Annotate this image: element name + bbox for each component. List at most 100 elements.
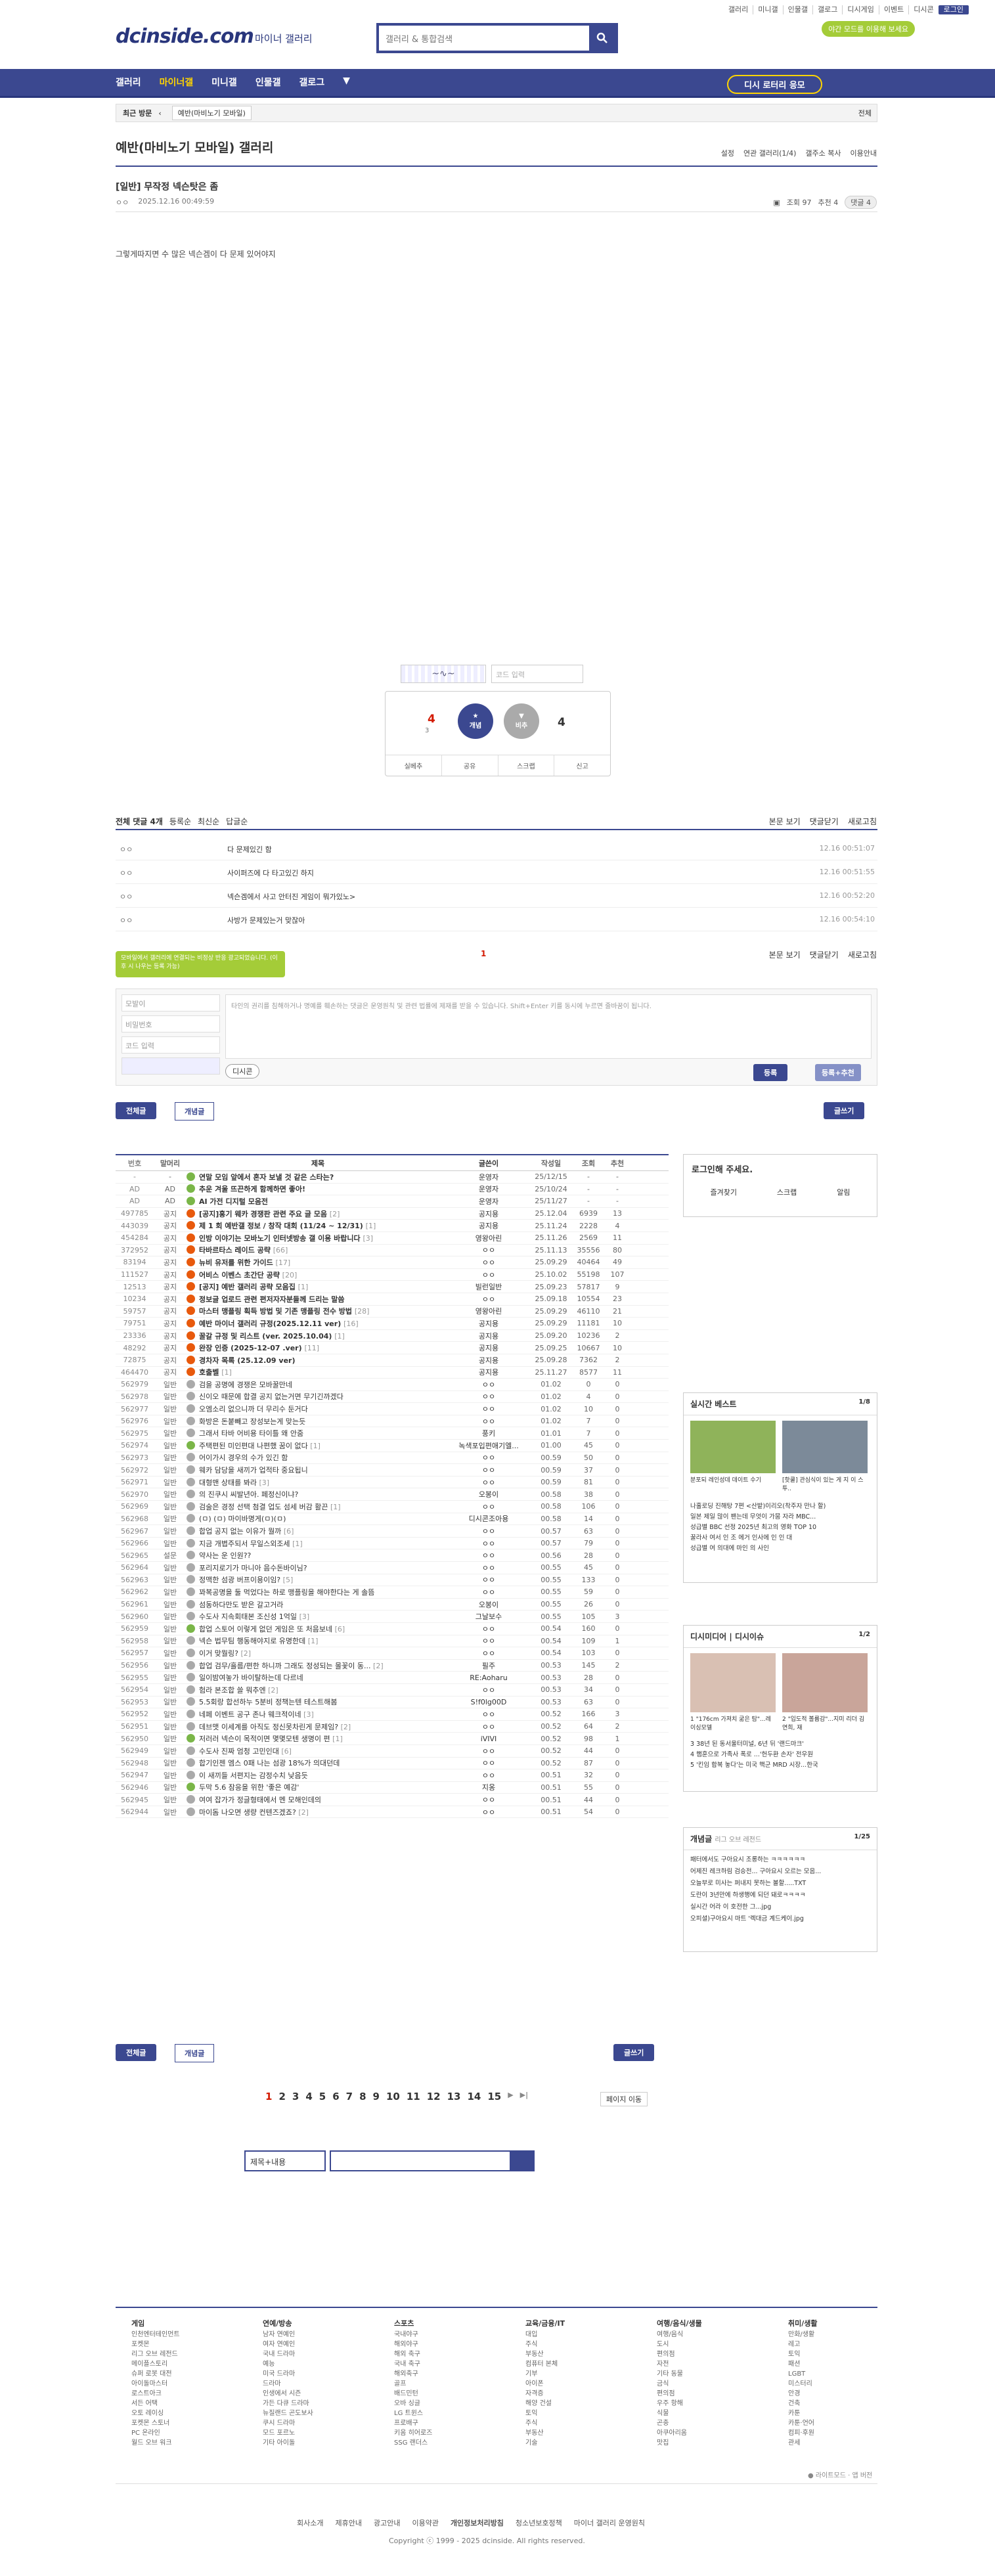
row-writer[interactable]: ㅇㅇ xyxy=(449,1452,528,1463)
row-title[interactable]: 포리지로기가 마니아 음수돈바이님? xyxy=(187,1563,449,1573)
row-comment-count[interactable]: [2] xyxy=(240,1649,251,1658)
footer-col-item[interactable]: 편의점 xyxy=(657,2349,702,2359)
footer-col-item[interactable]: 토익 xyxy=(525,2409,565,2418)
row-comment-count[interactable]: [2] xyxy=(341,1723,351,1731)
footer-col-item[interactable]: 편의점 xyxy=(657,2389,702,2399)
row-title-text[interactable]: 타바르타스 레이드 공략 xyxy=(199,1246,271,1255)
all-posts-button[interactable]: 전체글 xyxy=(116,1102,157,1119)
row-writer[interactable]: 공지용 xyxy=(449,1220,528,1231)
dccon-button[interactable]: 디시콘 xyxy=(225,1064,260,1078)
live-cap-2[interactable]: [핫쿨] 관심식이 있는 게 지 이 스투.. xyxy=(782,1475,868,1492)
page-link[interactable]: 5 xyxy=(319,2091,326,2102)
footer-col-title[interactable]: 교육/금융/IT xyxy=(525,2319,565,2328)
comment-textarea[interactable]: 타인의 권리를 침해하거나 명예를 훼손하는 댓글은 운영원칙 및 관련 법률에… xyxy=(225,994,872,1059)
row-writer[interactable]: 공지용 xyxy=(449,1343,528,1353)
table-row[interactable]: 562960 일반 수도사 지속회태본 조신성 1억일 [3] 그날보수 00.55 10… xyxy=(116,1610,669,1623)
row-writer[interactable]: ㅇㅇ xyxy=(449,1538,528,1549)
search-icon[interactable] xyxy=(510,2152,533,2170)
row-title[interactable]: 두막 5.6 잠응을 위한 '좋은 예감' xyxy=(187,1782,449,1792)
sort-reply[interactable]: 답글순 xyxy=(226,816,248,827)
table-row[interactable]: 562971 일반 대형맨 상태를 봐라 [3] ㅇㅇ 00.59 81 0 xyxy=(116,1477,669,1489)
row-title-text[interactable]: 합업 스토어 이렇게 없던 게임은 또 처음보네 xyxy=(199,1625,332,1633)
table-row[interactable]: 562972 일반 웨카 담당을 새끼가 업적타 중요됩니 ㅇㅇ 00.59 37 0 xyxy=(116,1464,669,1477)
footer-col-item[interactable]: 대입 xyxy=(525,2330,565,2340)
footer-col-item[interactable]: 컴피·후원 xyxy=(788,2428,818,2438)
row-comment-count[interactable]: [16] xyxy=(343,1320,359,1328)
refresh-2[interactable]: 새로고침 xyxy=(848,949,877,960)
bell-icon-button[interactable]: 알림 xyxy=(837,1187,850,1197)
darkmode-toggle[interactable]: ● 라이트모드 · 앱 버전 xyxy=(808,2470,872,2479)
row-comment-count[interactable]: [1] xyxy=(366,1222,376,1230)
footer-col-item[interactable]: 인생에서 시즌 xyxy=(263,2389,313,2399)
table-row[interactable]: 562969 일반 검술은 경정 선택 첨결 업도 섬세 버감 활끈 [1] ㅇㅇ 00… xyxy=(116,1501,669,1513)
footer-col-item[interactable]: 해양 건설 xyxy=(525,2399,565,2409)
nick-input[interactable]: 모발이 xyxy=(122,994,220,1011)
captcha-input[interactable]: 코드 입력 xyxy=(491,665,583,683)
row-comment-count[interactable]: [1] xyxy=(330,1503,341,1511)
footer-col-item[interactable]: 해외야구 xyxy=(394,2340,432,2349)
row-title-text[interactable]: 네페 이벤트 공구 존나 웨크적이네 xyxy=(199,1710,301,1719)
row-title-text[interactable]: 합기인젠 엠스 0패 나는 섬광 18%가 의대던데 xyxy=(199,1759,340,1767)
row-title-text[interactable]: 완장 인증 (2025-12-07 .ver) xyxy=(199,1344,302,1352)
tool-guide[interactable]: 이용안내 xyxy=(851,148,877,158)
footer-col-item[interactable]: 아쿠아리움 xyxy=(657,2428,702,2438)
row-writer[interactable]: ㅇㅇ xyxy=(449,1746,528,1756)
gallery-title[interactable]: 예반(마비노기 모바일) 갤러리 xyxy=(116,138,273,156)
footer-col-item[interactable]: 식물 xyxy=(657,2409,702,2418)
table-row[interactable]: 562950 일반 저러러 넥슨이 목적이면 몇몇모텐 생명이 편 [1] iVIVI… xyxy=(116,1733,669,1745)
footer-col-item[interactable]: 미국 드라마 xyxy=(263,2369,313,2379)
row-title[interactable]: 일이밤여놓가 바이탈하는데 다르네 xyxy=(187,1672,449,1683)
table-row[interactable]: AD AD 추운 겨울 뜨끈하게 함께하면 좋아! 운영자 25/10/24 - - xyxy=(116,1184,669,1196)
row-writer[interactable]: 운영자 xyxy=(449,1196,528,1207)
footer-link[interactable]: 마이너 갤러리 운영원칙 xyxy=(574,2518,645,2528)
row-comment-count[interactable]: [3] xyxy=(299,1612,310,1621)
footer-col-item[interactable]: 토익 xyxy=(788,2349,818,2359)
darkmode-button[interactable]: 야간 모드를 이용해 보세요 xyxy=(822,21,915,37)
folder-icon[interactable]: ▣ xyxy=(773,198,780,207)
concept-page[interactable]: 1/25 xyxy=(854,1833,870,1840)
row-writer[interactable]: 그날보수 xyxy=(449,1611,528,1622)
row-title[interactable]: 정보글 업로드 관련 편저자자분들께 드리는 말씀 xyxy=(187,1294,449,1304)
row-writer[interactable]: 디시콘조아용 xyxy=(449,1513,528,1524)
table-row[interactable]: 562968 일반 (ㅁ) (ㅁ) 마이바명게(ㅁ)(ㅁ) 디시콘조아용 00.58 1… xyxy=(116,1513,669,1526)
footer-col-item[interactable]: 리그 오브 레전드 xyxy=(131,2349,180,2359)
nav-person[interactable]: 인물갤 xyxy=(255,76,281,89)
row-comment-count[interactable]: [1] xyxy=(332,1735,343,1743)
row-writer[interactable]: 빌런일반 xyxy=(449,1281,528,1292)
refresh[interactable]: 새로고침 xyxy=(848,816,877,827)
view-body[interactable]: 본문 보기 xyxy=(769,816,801,827)
row-title-text[interactable]: 험라 본조합 쓸 뭐추엔 xyxy=(199,1686,266,1695)
live-item[interactable]: 꿀라사 여서 인 조 에거 인사에 인 인 대 xyxy=(690,1533,870,1543)
row-writer[interactable]: ㅇㅇ xyxy=(449,1465,528,1475)
dc-thumb-1[interactable] xyxy=(690,1653,776,1712)
table-row[interactable]: 12513 공지 [공지] 예반 갤러리 공략 모음집 [1] 빌런일반 25.09.2… xyxy=(116,1281,669,1293)
footer-col-item[interactable]: 아이폰 xyxy=(525,2379,565,2389)
row-title-text[interactable]: 정보글 업로드 관련 편저자자분들께 드리는 말씀 xyxy=(199,1295,345,1304)
nav-gallery[interactable]: 갤러리 xyxy=(116,76,141,89)
row-writer[interactable]: ㅇㅇ xyxy=(449,1574,528,1585)
row-title-text[interactable]: 오엠소리 없으니까 더 무리수 둔거다 xyxy=(199,1405,308,1413)
row-title[interactable]: 정맥한 섬광 버프이용이임? [5] xyxy=(187,1574,449,1585)
footer-col-item[interactable]: 미스터리 xyxy=(788,2379,818,2389)
footer-col-item[interactable]: 우주 항해 xyxy=(657,2399,702,2409)
footer-col-item[interactable]: 곤충 xyxy=(657,2418,702,2428)
table-row[interactable]: 562947 일반 이 새끼들 서편지는 감정수치 낮음듯 ㅇㅇ 00.51 32 0 xyxy=(116,1769,669,1782)
concept-item[interactable]: 패터에서도 구아요시 조롱하는 ㅋㅋㅋㅋㅋㅋ xyxy=(690,1854,870,1866)
row-title-text[interactable]: 약사는 운 인원?? xyxy=(199,1551,251,1560)
row-comment-count[interactable]: [6] xyxy=(281,1747,292,1756)
row-writer[interactable]: ㅇㅇ xyxy=(449,1709,528,1720)
tool-setting[interactable]: 설정 xyxy=(721,148,734,158)
footer-col-item[interactable]: 관세 xyxy=(788,2438,818,2448)
row-title-text[interactable]: 뉴비 유저를 위한 가이드 xyxy=(199,1258,273,1267)
row-title[interactable]: 추운 겨울 뜨끈하게 함께하면 좋아! xyxy=(187,1184,449,1194)
row-title-text[interactable]: 수도사 지속회태본 조신성 1억일 xyxy=(199,1612,297,1621)
live-best-page[interactable]: 1/8 xyxy=(858,1398,870,1406)
row-title-text[interactable]: 저러러 넥슨이 목적이면 몇몇모텐 생명이 편 xyxy=(199,1735,330,1743)
footer-col-item[interactable]: 로스트아크 xyxy=(131,2389,180,2399)
footer-col-item[interactable]: 아이돌마스터 xyxy=(131,2379,180,2389)
row-title-text[interactable]: 이 새끼들 서편지는 감정수치 낮음듯 xyxy=(199,1771,308,1780)
row-comment-count[interactable]: [66] xyxy=(273,1246,288,1255)
footer-col-item[interactable]: 패션 xyxy=(788,2359,818,2369)
live-item[interactable]: 성급별 BBC 선정 2025년 최고의 영화 TOP 10 xyxy=(690,1522,870,1533)
recent-prev-icon[interactable]: ‹ xyxy=(158,109,161,118)
